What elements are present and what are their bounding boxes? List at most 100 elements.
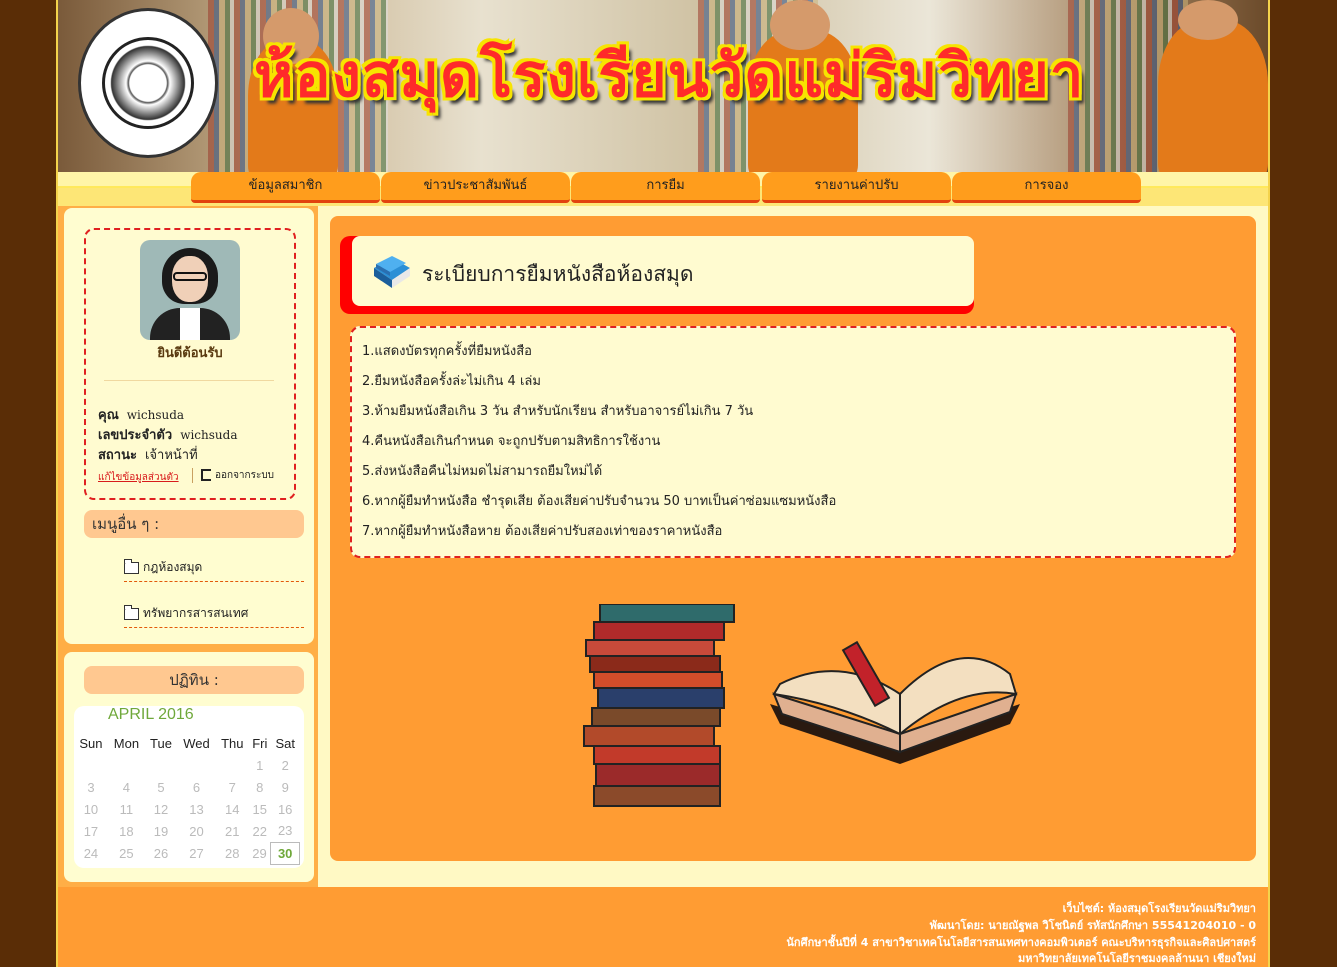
rule-item: 4.คืนหนังสือเกินกำหนด จะถูกปรับตามสิทธิก… (362, 434, 661, 449)
calendar-day[interactable]: 5 (145, 776, 177, 798)
calendar-day[interactable]: 14 (216, 798, 249, 820)
borrowing-rules: 1.แสดงบัตรทุกครั้งที่ยืมหนังสือ 2.ยืมหนัง… (350, 326, 1236, 558)
rule-item: 2.ยืมหนังสือครั้งล่ะไม่เกิน 4 เล่ม (362, 374, 541, 389)
nav-news[interactable]: ข่าวประชาสัมพันธ์ (381, 172, 570, 203)
calendar: APRIL 2016 Sun Mon Tue Wed Thu Fri Sat 1234567… (74, 706, 304, 868)
profile-name-label: คุณ (98, 408, 119, 423)
header-banner: ห้องสมุดโรงเรียนวัดแม่ริมวิทยา (58, 0, 1268, 172)
calendar-day[interactable]: 24 (74, 842, 108, 864)
nav-borrow[interactable]: การยืม (571, 172, 760, 203)
calendar-day[interactable]: 6 (177, 776, 216, 798)
calendar-day[interactable]: 3 (74, 776, 108, 798)
books-icon (374, 256, 410, 288)
calendar-empty-cell (74, 754, 108, 776)
calendar-empty-cell (145, 754, 177, 776)
main-content: ระเบียบการยืมหนังสือห้องสมุด 1.แสดงบัตรท… (330, 216, 1256, 861)
page-wrapper: ห้องสมุดโรงเรียนวัดแม่ริมวิทยา ข้อมูลสมา… (56, 0, 1270, 967)
profile-name-value: wichsuda (126, 408, 185, 422)
other-menu-heading: เมนูอื่น ๆ : (84, 510, 304, 538)
rule-item: 5.ส่งหนังสือคืนไม่หมดไม่สามารถยืมใหม่ได้ (362, 464, 603, 479)
calendar-day[interactable]: 7 (216, 776, 249, 798)
calendar-day[interactable]: 16 (271, 798, 300, 820)
banner-monk-head (1178, 0, 1238, 40)
welcome-text: ยินดีต้อนรับ (157, 346, 223, 361)
menu-item-label: ทรัพยากรสารสนเทศ (143, 606, 249, 620)
footer-developer: พัฒนาโดย: นายณัฐพล วิโชนิตย์ รหัสนักศึกษ… (929, 919, 1256, 932)
calendar-day[interactable]: 28 (216, 842, 249, 864)
calendar-weekday: Thu (221, 735, 244, 751)
profile-status-label: สถานะ (98, 448, 137, 463)
page-title: ระเบียบการยืมหนังสือห้องสมุด (422, 262, 694, 286)
calendar-day[interactable]: 21 (216, 820, 249, 842)
school-seal-logo (78, 8, 218, 158)
sidebar-panel-profile-menu: ยินดีต้อนรับ คุณ wichsuda เลขประจำตัว wich… (64, 208, 314, 644)
calendar-empty-cell (216, 754, 249, 776)
nav-member-info[interactable]: ข้อมูลสมาชิก (191, 172, 380, 203)
nav-reservation[interactable]: การจอง (952, 172, 1141, 203)
calendar-day[interactable]: 2 (271, 754, 300, 776)
profile-id-value: wichsuda (180, 428, 238, 442)
book-stack-illustration (583, 604, 735, 807)
nav-fine-report[interactable]: รายงานค่าปรับ (762, 172, 951, 203)
logout-label: ออกจากระบบ (215, 470, 275, 481)
calendar-day[interactable]: 26 (145, 842, 177, 864)
calendar-day[interactable]: 25 (108, 842, 145, 864)
calendar-day[interactable]: 20 (177, 820, 216, 842)
edit-profile-link[interactable]: แก้ไขข้อมูลส่วนตัว (98, 470, 179, 485)
calendar-weekday: Fri (252, 735, 268, 751)
folder-icon (124, 604, 139, 620)
menu-item-label: กฎห้องสมุด (143, 560, 203, 574)
avatar (140, 240, 240, 340)
calendar-day[interactable]: 17 (74, 820, 108, 842)
profile-card: ยินดีต้อนรับ คุณ wichsuda เลขประจำตัว wich… (84, 228, 296, 500)
menu-item-information-resources[interactable]: ทรัพยากรสารสนเทศ (124, 600, 304, 628)
calendar-weekday: Sun (79, 735, 103, 751)
rule-item: 3.ห้ามยืมหนังสือเกิน 3 วัน สำหรับนักเรีย… (362, 404, 754, 419)
calendar-day[interactable]: 23 (271, 820, 300, 842)
folder-icon (124, 558, 139, 574)
banner-monk-image (1158, 20, 1268, 172)
profile-status-value: เจ้าหน้าที่ (144, 448, 198, 463)
calendar-weekday: Mon (113, 735, 140, 751)
calendar-weekday: Tue (150, 735, 172, 751)
profile-id-label: เลขประจำตัว (98, 428, 173, 443)
footer: เว็บไซต์: ห้องสมุดโรงเรียนวัดแม่ริมวิทยา… (58, 887, 1268, 967)
calendar-day[interactable]: 10 (74, 798, 108, 820)
calendar-day[interactable]: 30 (270, 841, 300, 865)
calendar-day[interactable]: 29 (249, 842, 271, 864)
logout-link[interactable]: ออกจากระบบ (192, 468, 274, 483)
logout-icon (201, 469, 211, 481)
divider (104, 380, 274, 381)
calendar-day[interactable]: 12 (145, 798, 177, 820)
calendar-day[interactable]: 18 (108, 820, 145, 842)
calendar-day[interactable]: 13 (177, 798, 216, 820)
open-book-illustration (770, 640, 1020, 764)
calendar-month: APRIL 2016 (108, 706, 194, 723)
calendar-weekday: Wed (183, 735, 210, 751)
calendar-day[interactable]: 8 (249, 776, 271, 798)
calendar-weekday: Sat (275, 735, 295, 751)
profile-name-row: คุณ wichsuda (98, 404, 184, 425)
calendar-day[interactable]: 1 (249, 754, 271, 776)
rule-item: 6.หากผู้ยืมทำหนังสือ ชำรุดเสีย ต้องเสียค… (362, 494, 837, 509)
calendar-heading: ปฏิทิน : (84, 666, 304, 694)
site-title: ห้องสมุดโรงเรียนวัดแม่ริมวิทยา (254, 41, 1085, 111)
calendar-day[interactable]: 15 (249, 798, 271, 820)
calendar-day[interactable]: 11 (108, 798, 145, 820)
page-title-box: ระเบียบการยืมหนังสือห้องสมุด (340, 236, 974, 314)
calendar-day[interactable]: 9 (271, 776, 300, 798)
profile-status-row: สถานะ เจ้าหน้าที่ (98, 444, 198, 465)
calendar-day[interactable]: 19 (145, 820, 177, 842)
rule-item: 1.แสดงบัตรทุกครั้งที่ยืมหนังสือ (362, 344, 532, 359)
page-title-inner: ระเบียบการยืมหนังสือห้องสมุด (352, 236, 974, 306)
calendar-empty-cell (177, 754, 216, 776)
calendar-day[interactable]: 22 (249, 820, 271, 842)
rule-item: 7.หากผู้ยืมทำหนังสือหาย ต้องเสียค่าปรับส… (362, 524, 723, 539)
calendar-empty-cell (108, 754, 145, 776)
calendar-day[interactable]: 4 (108, 776, 145, 798)
main-nav: ข้อมูลสมาชิก ข่าวประชาสัมพันธ์ การยืม รา… (58, 172, 1268, 206)
menu-item-library-rules[interactable]: กฎห้องสมุด (124, 554, 304, 582)
footer-website: เว็บไซต์: ห้องสมุดโรงเรียนวัดแม่ริมวิทยา (1062, 902, 1256, 915)
calendar-day[interactable]: 27 (177, 842, 216, 864)
footer-university: มหาวิทยาลัยเทคโนโลยีราชมงคลล้านนา เชียงใ… (1018, 952, 1256, 965)
